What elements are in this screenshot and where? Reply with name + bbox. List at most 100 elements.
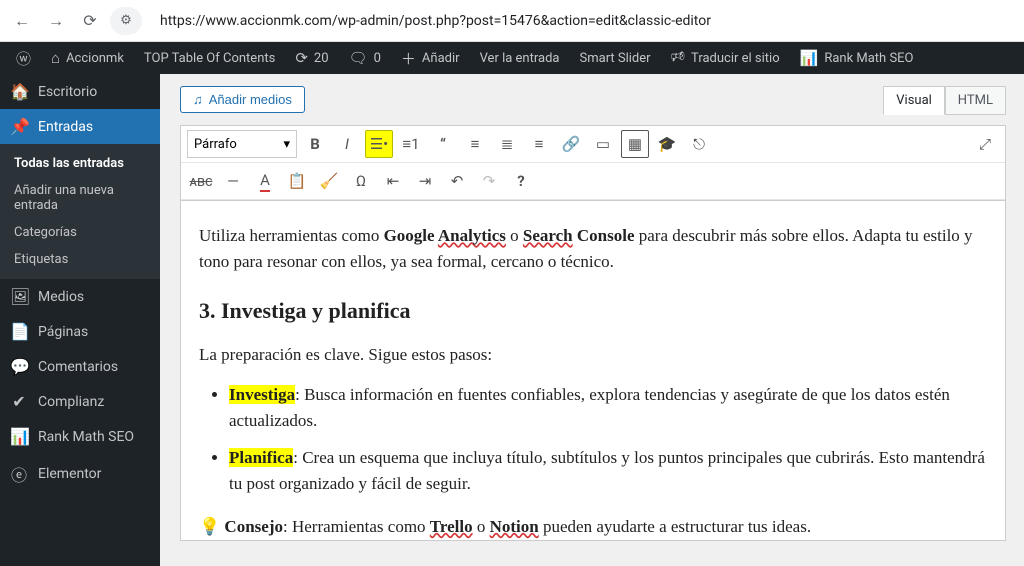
fullscreen-button[interactable]: ⤢ — [971, 130, 999, 158]
elementor-icon: ⓔ — [10, 462, 28, 486]
chevron-down-icon: ▾ — [283, 137, 290, 152]
back-button[interactable]: ← — [8, 7, 36, 35]
bulb-icon: 💡 — [199, 517, 220, 536]
menu-comments[interactable]: 💬 Comentarios — [0, 349, 160, 384]
wordpress-icon: ⓦ — [16, 48, 31, 69]
dashboard-icon: 🏠 — [10, 82, 28, 101]
wp-sidebar: 🏠 Escritorio 📌 Entradas Todas las entradas… — [0, 74, 160, 566]
wp-adminbar: ⓦ ⌂Accionmk TOP Table Of Contents ⟳20 🗨0… — [0, 42, 1024, 74]
submenu-all-posts[interactable]: Todas las entradas — [0, 150, 160, 177]
url-bar[interactable]: https://www.accionmk.com/wp-admin/post.p… — [148, 6, 1016, 36]
updates-link[interactable]: ⟳ 20 — [287, 42, 336, 74]
readmore-button[interactable]: ▭ — [589, 130, 617, 158]
site-name: Accionmk — [66, 51, 124, 66]
comments-label: Comentarios — [38, 359, 118, 375]
toolbar-toggle-button[interactable]: ▦ — [621, 130, 649, 158]
view-label: Ver la entrada — [480, 51, 560, 66]
toc-link[interactable]: TOP Table Of Contents — [136, 42, 283, 74]
list-item: Investiga: Busca información en fuentes … — [229, 382, 987, 435]
toc-label: TOP Table Of Contents — [144, 51, 275, 66]
rankmath-label: Rank Math SEO — [824, 51, 913, 66]
content-tip: 💡 Consejo: Herramientas como Trello o No… — [199, 514, 987, 540]
reload-button[interactable]: ⟳ — [76, 7, 104, 35]
editor-toolbar: Párrafo▾ B I ☰• ≡1 “ ≡ ≣ ≡ 🔗 ▭ ▦ 🎓 ⎋ ⤢ ᴀ… — [180, 125, 1006, 201]
format-select[interactable]: Párrafo▾ — [187, 130, 297, 158]
menu-dashboard[interactable]: 🏠 Escritorio — [0, 74, 160, 109]
pages-label: Páginas — [38, 324, 88, 340]
comments-icon: 💬 — [10, 357, 28, 376]
graduate-button[interactable]: 🎓 — [653, 130, 681, 158]
list-item: Planifica: Crea un esquema que incluya t… — [229, 445, 987, 498]
pin-icon: 📌 — [10, 117, 28, 136]
paste-button[interactable]: 📋 — [283, 167, 311, 195]
plus-icon: ＋ — [401, 48, 416, 69]
submenu-tags[interactable]: Etiquetas — [0, 246, 160, 273]
help-button[interactable]: ? — [507, 167, 535, 195]
shield-icon: ✔ — [10, 392, 28, 411]
clear-format-button[interactable]: 🧹 — [315, 167, 343, 195]
strikethrough-button[interactable]: ᴀʙᴄ — [187, 167, 215, 195]
add-media-button[interactable]: ♫ Añadir medios — [180, 86, 305, 113]
site-info-icon[interactable]: ⚙ — [110, 7, 142, 35]
textcolor-button[interactable]: A — [251, 167, 279, 195]
bullet-list-button[interactable]: ☰• — [365, 130, 393, 158]
tab-visual[interactable]: Visual — [883, 86, 945, 115]
menu-complianz[interactable]: ✔ Complianz — [0, 384, 160, 419]
rankmath-link[interactable]: 📊Rank Math SEO — [792, 42, 922, 74]
editor-content[interactable]: Utiliza herramientas como Google Analyti… — [180, 201, 1006, 541]
comment-icon: 🗨 — [349, 49, 368, 67]
align-left-button[interactable]: ≡ — [461, 130, 489, 158]
comments-link[interactable]: 🗨0 — [341, 42, 389, 74]
submenu-categories[interactable]: Categorías — [0, 219, 160, 246]
link-button[interactable]: 🔗 — [557, 130, 585, 158]
menu-pages[interactable]: 📄 Páginas — [0, 314, 160, 349]
updates-count: 20 — [314, 51, 329, 66]
home-icon: ⌂ — [51, 49, 60, 67]
tab-html[interactable]: HTML — [945, 86, 1006, 115]
menu-rankmath[interactable]: 📊Rank Math SEO — [0, 419, 160, 454]
content-paragraph: Utiliza herramientas como Google Analyti… — [199, 223, 987, 276]
forward-button[interactable]: → — [42, 7, 70, 35]
media-label: Medios — [38, 289, 84, 305]
blockquote-button[interactable]: “ — [429, 130, 457, 158]
updates-icon: ⟳ — [295, 49, 308, 67]
indent-button[interactable]: ⇥ — [411, 167, 439, 195]
posts-submenu: Todas las entradas Añadir una nueva entr… — [0, 144, 160, 279]
rankmath-sidebar-label: Rank Math SEO — [38, 429, 134, 445]
media-add-icon: ♫ — [193, 92, 203, 107]
undo-button[interactable]: ↶ — [443, 167, 471, 195]
menu-elementor[interactable]: ⓔElementor — [0, 454, 160, 494]
smart-slider-link[interactable]: Smart Slider — [572, 42, 659, 74]
editor-tabs: Visual HTML — [883, 86, 1006, 115]
browser-bar: ← → ⟳ ⚙ https://www.accionmk.com/wp-admi… — [0, 0, 1024, 42]
italic-button[interactable]: I — [333, 130, 361, 158]
exit-button[interactable]: ⎋ — [685, 130, 713, 158]
posts-label: Entradas — [38, 119, 93, 135]
special-char-button[interactable]: Ω — [347, 167, 375, 195]
numbered-list-button[interactable]: ≡1 — [397, 130, 425, 158]
translate-label: Traducir el sitio — [691, 51, 780, 66]
content-heading: 3. Investiga y planifica — [199, 294, 987, 328]
redo-button[interactable]: ↷ — [475, 167, 503, 195]
translate-link[interactable]: 🕫 Traducir el sitio — [663, 42, 788, 74]
bold-button[interactable]: B — [301, 130, 329, 158]
align-right-button[interactable]: ≡ — [525, 130, 553, 158]
smartslider-label: Smart Slider — [580, 51, 651, 66]
add-new-link[interactable]: ＋ Añadir — [393, 42, 468, 74]
submenu-new-post[interactable]: Añadir una nueva entrada — [0, 177, 160, 219]
hr-button[interactable]: — — [219, 167, 247, 195]
menu-posts[interactable]: 📌 Entradas — [0, 109, 160, 144]
add-label: Añadir — [422, 51, 460, 66]
view-post-link[interactable]: Ver la entrada — [472, 42, 568, 74]
site-link[interactable]: ⌂ Accionmk — [43, 42, 132, 74]
outdent-button[interactable]: ⇤ — [379, 167, 407, 195]
complianz-label: Complianz — [38, 394, 104, 410]
menu-media[interactable]: 🖼 Medios — [0, 279, 160, 314]
media-icon: 🖼 — [10, 287, 28, 306]
pages-icon: 📄 — [10, 322, 28, 341]
translate-icon: 🕫 — [671, 46, 685, 71]
wp-logo[interactable]: ⓦ — [8, 42, 39, 74]
comments-count: 0 — [374, 51, 381, 66]
dashboard-label: Escritorio — [38, 84, 97, 100]
align-center-button[interactable]: ≣ — [493, 130, 521, 158]
